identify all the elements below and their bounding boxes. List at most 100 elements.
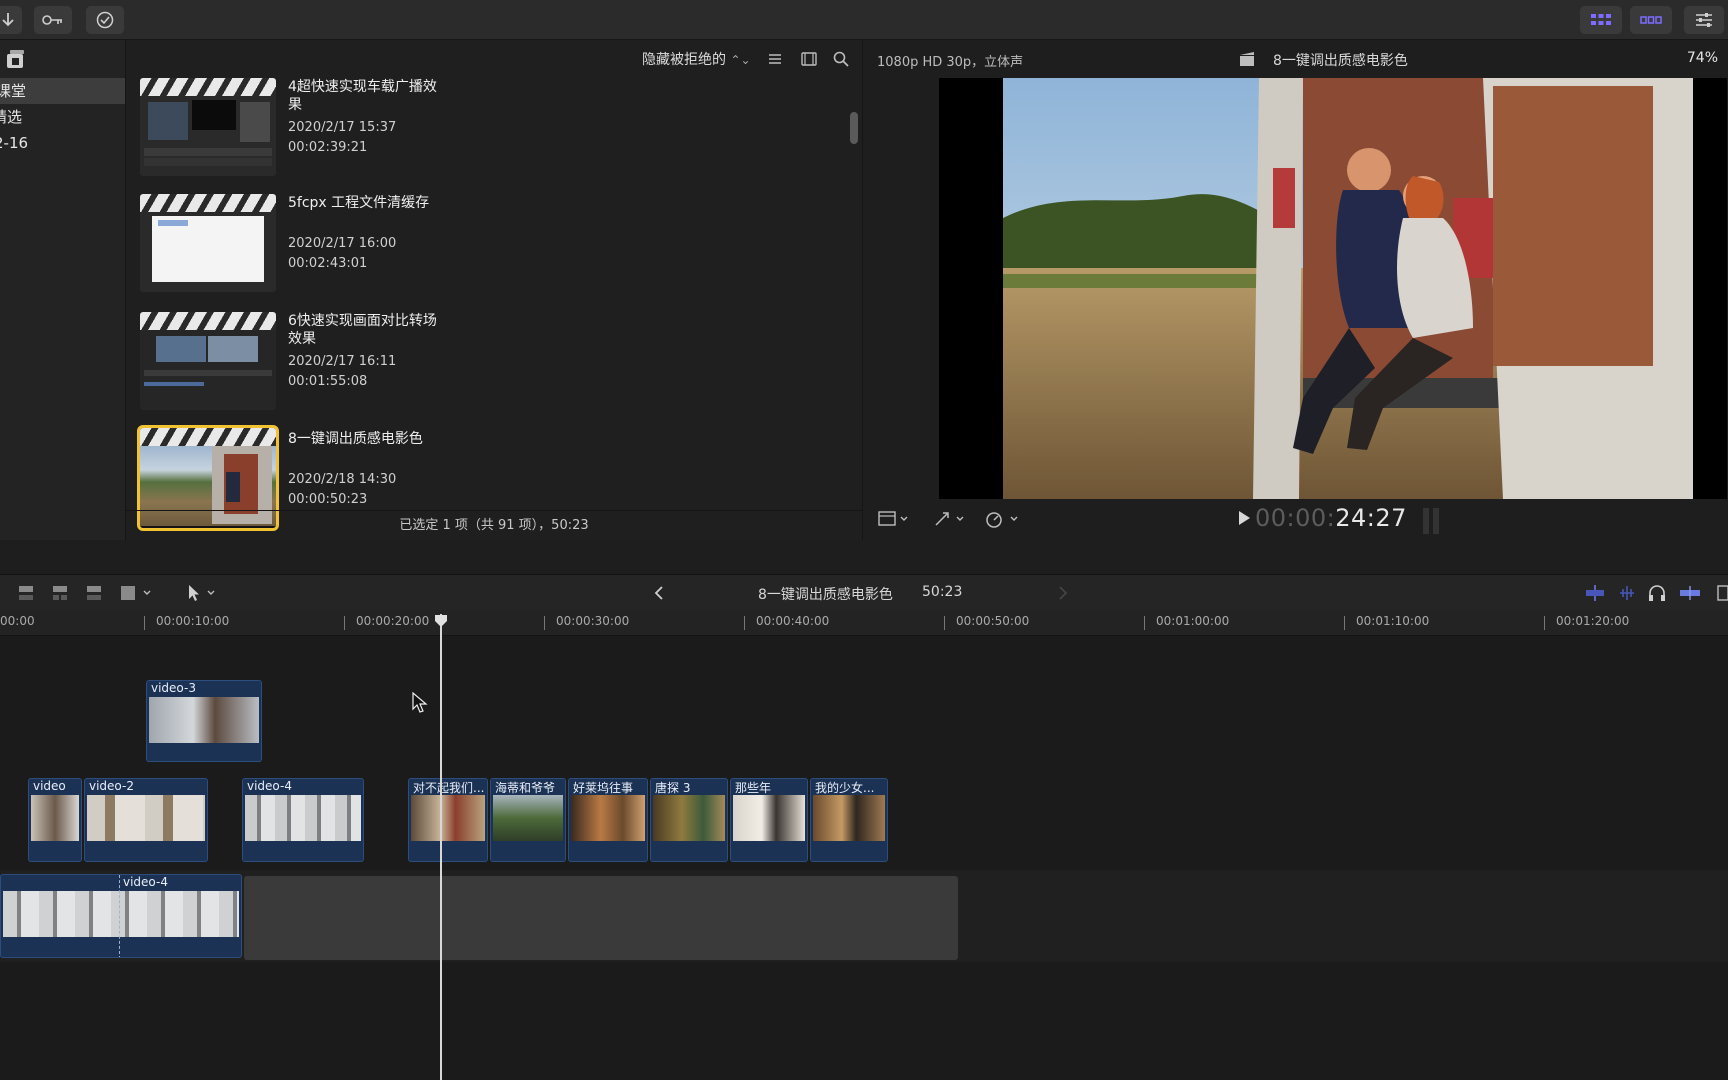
- sliders-icon: [1696, 13, 1712, 27]
- clip-thumbnail: [140, 312, 276, 410]
- clip-edit-point: [119, 875, 120, 957]
- timeline-ruler[interactable]: 00:00 00:00:10:00 00:00:20:00 00:00:30:0…: [0, 610, 1728, 636]
- download-arrow-icon: [2, 13, 14, 27]
- clip-duration: 00:01:55:08: [288, 374, 368, 389]
- sidebar-item-label: 精选: [0, 108, 23, 126]
- timecode-value: 24:27: [1335, 504, 1407, 532]
- clip-label: video-4: [247, 779, 292, 793]
- filmstrip-icon[interactable]: [800, 50, 818, 68]
- forward-arrow-icon[interactable]: [1056, 585, 1070, 601]
- clip-thumbnail: [140, 78, 276, 176]
- back-arrow-icon[interactable]: [652, 585, 666, 601]
- keyword-button[interactable]: [34, 6, 72, 34]
- timeline-icon: [1640, 16, 1662, 24]
- select-tool-icon[interactable]: [184, 583, 220, 603]
- timeline-area[interactable]: video-3 video video-2 video-4 对不起我们... 海…: [0, 636, 1728, 1080]
- transform-tools-icon[interactable]: [933, 510, 965, 528]
- list-view-icon[interactable]: [766, 50, 784, 68]
- timeline-clip[interactable]: 海蒂和爷爷: [490, 778, 566, 862]
- clip-label: video-3: [151, 681, 196, 695]
- headphones-icon[interactable]: [1646, 583, 1668, 603]
- clip-filmstrip: [733, 795, 805, 841]
- timeline-toggle-button[interactable]: [1630, 6, 1672, 34]
- browser-scrollbar[interactable]: [850, 112, 858, 144]
- browser-clip[interactable]: 4超快速实现车载广播效果 2020/2/17 15:37 00:02:39:21: [140, 78, 560, 188]
- clip-filmstrip: [813, 795, 885, 841]
- clapperboard-icon: [140, 312, 276, 330]
- playhead[interactable]: [440, 614, 442, 1080]
- speed-gauge-icon[interactable]: [985, 510, 1019, 528]
- import-button[interactable]: [0, 6, 22, 34]
- browser-clip[interactable]: 6快速实现画面对比转场效果 2020/2/17 16:11 00:01:55:0…: [140, 312, 560, 422]
- timeline-clip[interactable]: video-2: [84, 778, 208, 862]
- ruler-label: 00:01:10:00: [1356, 614, 1430, 628]
- clapperboard-icon: [140, 194, 276, 212]
- filter-popup[interactable]: 隐藏被拒绝的 ⌃⌄: [642, 49, 751, 69]
- key-icon: [42, 15, 62, 25]
- ruler-label: 00:00:30:00: [556, 614, 630, 628]
- timeline-clip[interactable]: 我的少女...: [810, 778, 888, 862]
- ruler-label: 00:00: [0, 614, 35, 628]
- clip-date: 2020/2/17 15:37: [288, 120, 397, 135]
- clip-label: 好莱坞往事: [573, 781, 634, 795]
- ruler-label: 00:01:00:00: [1156, 614, 1230, 628]
- sidebar-item-event[interactable]: 2-16: [0, 130, 125, 156]
- connect-clip-icon[interactable]: [16, 583, 36, 603]
- project-duration: 50:23: [922, 584, 963, 600]
- timeline-clip[interactable]: video-4: [242, 778, 364, 862]
- inspector-toggle-button[interactable]: [1684, 6, 1724, 34]
- clip-filmstrip: [31, 795, 79, 841]
- timeline-clip[interactable]: 唐探 3: [650, 778, 728, 862]
- sidebar-item-label: 课堂: [0, 82, 27, 100]
- clip-filmstrip: [571, 795, 645, 841]
- clip-date: 2020/2/17 16:11: [288, 354, 397, 369]
- gap-clip[interactable]: [244, 876, 958, 960]
- audio-meter-right: [1433, 508, 1439, 534]
- browser-toggle-button[interactable]: [1580, 6, 1622, 34]
- project-title: 8一键调出质感电影色: [758, 587, 893, 603]
- top-toolbar: [0, 0, 1728, 40]
- timeline-clip[interactable]: video: [28, 778, 82, 862]
- video-frame[interactable]: [939, 78, 1727, 499]
- browser-status: 已选定 1 项（共 91 项），50:23: [126, 510, 862, 540]
- sidebar-item-smart-collection[interactable]: 精选: [0, 104, 125, 130]
- audio-skimming-icon[interactable]: [1616, 583, 1638, 603]
- overwrite-clip-icon[interactable]: [118, 583, 156, 603]
- timeline-clip[interactable]: 那些年: [730, 778, 808, 862]
- play-icon[interactable]: [1237, 510, 1251, 526]
- playhead-handle-icon[interactable]: [434, 614, 448, 628]
- timeline-toolbar: 8一键调出质感电影色 50:23: [0, 574, 1728, 610]
- solo-icon[interactable]: [1678, 583, 1702, 603]
- viewer-title: 8一键调出质感电影色: [1273, 53, 1408, 69]
- video-skimming-icon[interactable]: [1584, 583, 1606, 603]
- insert-clip-icon[interactable]: [50, 583, 70, 603]
- clip-appearance-icon[interactable]: [1716, 583, 1728, 603]
- libraries-icon[interactable]: [4, 48, 28, 70]
- timecode-leading: 00:00:: [1255, 504, 1336, 532]
- ruler-label: 00:00:20:00: [356, 614, 430, 628]
- viewer-controls: 00:00:24:27: [863, 500, 1728, 540]
- append-clip-icon[interactable]: [84, 583, 104, 603]
- clip-duration: 00:02:39:21: [288, 140, 368, 155]
- sidebar-header: [0, 40, 125, 78]
- clapperboard-icon: [140, 78, 276, 96]
- search-icon[interactable]: [832, 50, 850, 68]
- timeline-clip[interactable]: video-3: [146, 680, 262, 762]
- browser-clip[interactable]: 5fcpx 工程文件清缓存 2020/2/17 16:00 00:02:43:0…: [140, 194, 560, 304]
- timeline-clip[interactable]: 对不起我们...: [408, 778, 488, 862]
- background-tasks-button[interactable]: [86, 6, 124, 34]
- clip-title: 5fcpx 工程文件清缓存: [288, 195, 430, 211]
- timeline-clip-primary[interactable]: video-4: [0, 874, 242, 958]
- zoom-level[interactable]: 74%: [1687, 50, 1718, 66]
- view-options-icon[interactable]: [877, 510, 909, 528]
- clip-thumbnail: [140, 194, 276, 292]
- mouse-pointer-icon: [412, 692, 428, 713]
- libraries-sidebar: 课堂 精选 2-16: [0, 40, 126, 540]
- timecode-display[interactable]: 00:00:24:27: [1255, 504, 1407, 532]
- timeline-clip[interactable]: 好莱坞往事: [568, 778, 648, 862]
- sidebar-item-label: 2-16: [0, 134, 29, 152]
- clip-label: video-4: [123, 875, 168, 889]
- sidebar-item-library[interactable]: 课堂: [0, 78, 125, 104]
- ruler-label: 00:01:20:00: [1556, 614, 1630, 628]
- viewer: 1080p HD 30p，立体声 8一键调出质感电影色 74% 00:00:24…: [862, 40, 1728, 540]
